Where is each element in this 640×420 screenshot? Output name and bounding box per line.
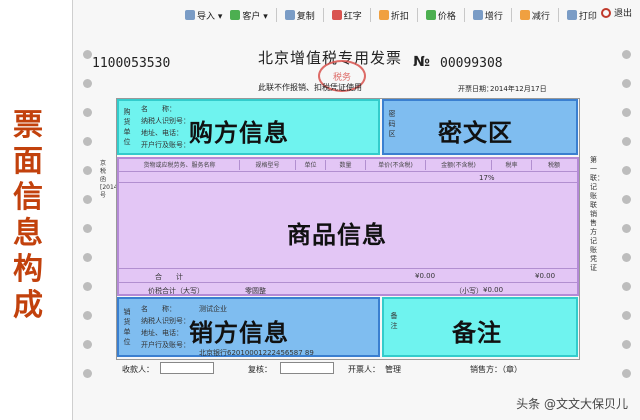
buyer-side-label: 购货单位 — [123, 107, 131, 147]
remark-zone-title: 备注 — [452, 313, 502, 348]
column-header: 税额 — [532, 160, 576, 170]
add-row-icon — [473, 10, 483, 20]
seller-taxid-label: 纳税人识别号： — [141, 316, 190, 326]
seller-info-zone[interactable]: 销货单位 名 称： 测试企业 纳税人识别号： 地址、电话： 开户行及账号： 北京… — [117, 297, 380, 357]
left-margin-text: 京税函[2014]0000号 — [100, 160, 110, 200]
discount-icon — [379, 10, 389, 20]
seller-zone-title: 销方信息 — [189, 313, 289, 348]
row-divider — [119, 268, 577, 269]
buyer-info-zone[interactable]: 购货单位 名 称： 纳税人识别号： 地址、电话： 开户行及账号： 购方信息 — [117, 99, 380, 155]
sum-label: 合 计 — [155, 272, 183, 282]
date-label: 开票日期： — [458, 84, 493, 94]
seller-seal-label: 销售方：（章） — [470, 364, 522, 375]
import-button[interactable]: 导入 ▾ — [185, 9, 222, 22]
payee-input[interactable] — [160, 362, 214, 374]
red-invoice-icon — [332, 10, 342, 20]
remark-side-label: 备注 — [390, 311, 398, 331]
remark-zone[interactable]: 备注 备注 — [382, 297, 578, 357]
copy-icon — [285, 10, 295, 20]
goods-zone-title: 商品信息 — [287, 215, 387, 250]
customer-icon — [230, 10, 240, 20]
remove-row-icon — [520, 10, 530, 20]
grand-small-label: （小写） — [455, 286, 483, 296]
sum-amount: ¥0.00 — [415, 272, 435, 280]
toolbar-separator — [370, 8, 371, 22]
column-header: 单价(不含税) — [366, 160, 426, 170]
tax-rate-cell[interactable]: 17% — [479, 174, 495, 182]
column-header: 单位 — [296, 160, 326, 170]
toolbar-separator — [276, 8, 277, 22]
price-button[interactable]: 价格 — [426, 9, 456, 22]
discount-button[interactable]: 折扣 — [379, 9, 409, 22]
caption-char: 票 — [13, 108, 43, 144]
perforation-left — [83, 50, 95, 378]
invoice-subtitle: 此联不作报销、扣税凭证使用 — [185, 82, 435, 93]
row-divider — [119, 182, 577, 183]
buyer-taxid-label: 纳税人识别号： — [141, 116, 190, 126]
column-header: 数量 — [326, 160, 366, 170]
goods-info-zone[interactable]: 商品信息 17% — [117, 157, 579, 296]
grand-total-text: 零圆整 — [245, 286, 266, 296]
watermark: 头条 @文文大保贝儿 — [516, 395, 628, 412]
seller-name-label: 名 称： — [141, 304, 176, 314]
invoice-number: 00099308 — [440, 56, 503, 71]
copy-button[interactable]: 复制 — [285, 9, 315, 22]
row-divider — [119, 282, 577, 283]
seller-side-label: 销货单位 — [123, 307, 131, 347]
power-icon — [601, 8, 611, 18]
customer-button[interactable]: 客户 ▾ — [230, 9, 267, 22]
grand-total-label: 价税合计（大写） — [148, 286, 204, 296]
reviewer-input[interactable] — [280, 362, 334, 374]
column-header: 规格型号 — [240, 160, 296, 170]
toolbar-separator — [558, 8, 559, 22]
caption-char: 面 — [13, 144, 43, 180]
payee-label: 收款人： — [122, 364, 154, 375]
column-header: 税率 — [492, 160, 532, 170]
column-header: 金额(不含税) — [426, 160, 492, 170]
sum-tax: ¥0.00 — [535, 272, 555, 280]
seller-bank-label: 开户行及账号： — [141, 340, 190, 350]
toolbar-separator — [464, 8, 465, 22]
remove-row-button[interactable]: 减行 — [520, 9, 550, 22]
perforation-right — [622, 50, 634, 378]
caption-char: 构 — [13, 252, 43, 288]
caption-char: 息 — [13, 216, 43, 252]
invoice-date[interactable]: 2014年12月17日 — [490, 84, 547, 94]
buyer-zone-title: 购方信息 — [189, 113, 289, 148]
cipher-side-label: 密码区 — [388, 109, 396, 139]
number-symbol: № — [413, 54, 430, 70]
add-row-button[interactable]: 增行 — [473, 9, 503, 22]
price-icon — [426, 10, 436, 20]
buyer-address-label: 地址、电话： — [141, 128, 183, 138]
toolbar-separator — [417, 8, 418, 22]
caption-char: 成 — [13, 288, 43, 324]
seller-bank-value[interactable]: 北京银行62010001222456587 89 — [199, 348, 314, 358]
reviewer-label: 复核： — [248, 364, 272, 375]
row-divider — [119, 171, 577, 172]
cipher-zone: 密码区 密文区 — [382, 99, 578, 155]
issuer-name: 管理 — [385, 364, 401, 375]
goods-column-headers: 货物或应税劳务、服务名称 规格型号 单位 数量 单价(不含税) 金额(不含税) … — [120, 160, 576, 170]
column-header: 货物或应税劳务、服务名称 — [120, 160, 240, 170]
caption-char: 信 — [13, 180, 43, 216]
print-button[interactable]: 打印 — [567, 9, 597, 22]
red-invoice-button[interactable]: 红字 — [332, 9, 362, 22]
print-icon — [567, 10, 577, 20]
toolbar: 导入 ▾ 客户 ▾ 复制 红字 折扣 价格 增行 减行 打印 — [185, 4, 597, 26]
grand-small-amount: ¥0.00 — [483, 286, 503, 294]
import-icon — [185, 10, 195, 20]
exit-button[interactable]: 退出 — [601, 6, 632, 19]
issuer-label: 开票人： — [348, 364, 380, 375]
invoice-code: 1100053530 — [92, 56, 170, 71]
buyer-bank-label: 开户行及账号： — [141, 140, 190, 150]
toolbar-separator — [323, 8, 324, 22]
toolbar-separator — [511, 8, 512, 22]
buyer-name-label: 名 称： — [141, 104, 176, 114]
vertical-caption: 票 面 信 息 构 成 — [8, 108, 48, 324]
seller-address-label: 地址、电话： — [141, 328, 183, 338]
cipher-zone-title: 密文区 — [438, 113, 513, 148]
right-margin-text: 第一联：记账联 销售方记账凭证 — [590, 156, 600, 273]
